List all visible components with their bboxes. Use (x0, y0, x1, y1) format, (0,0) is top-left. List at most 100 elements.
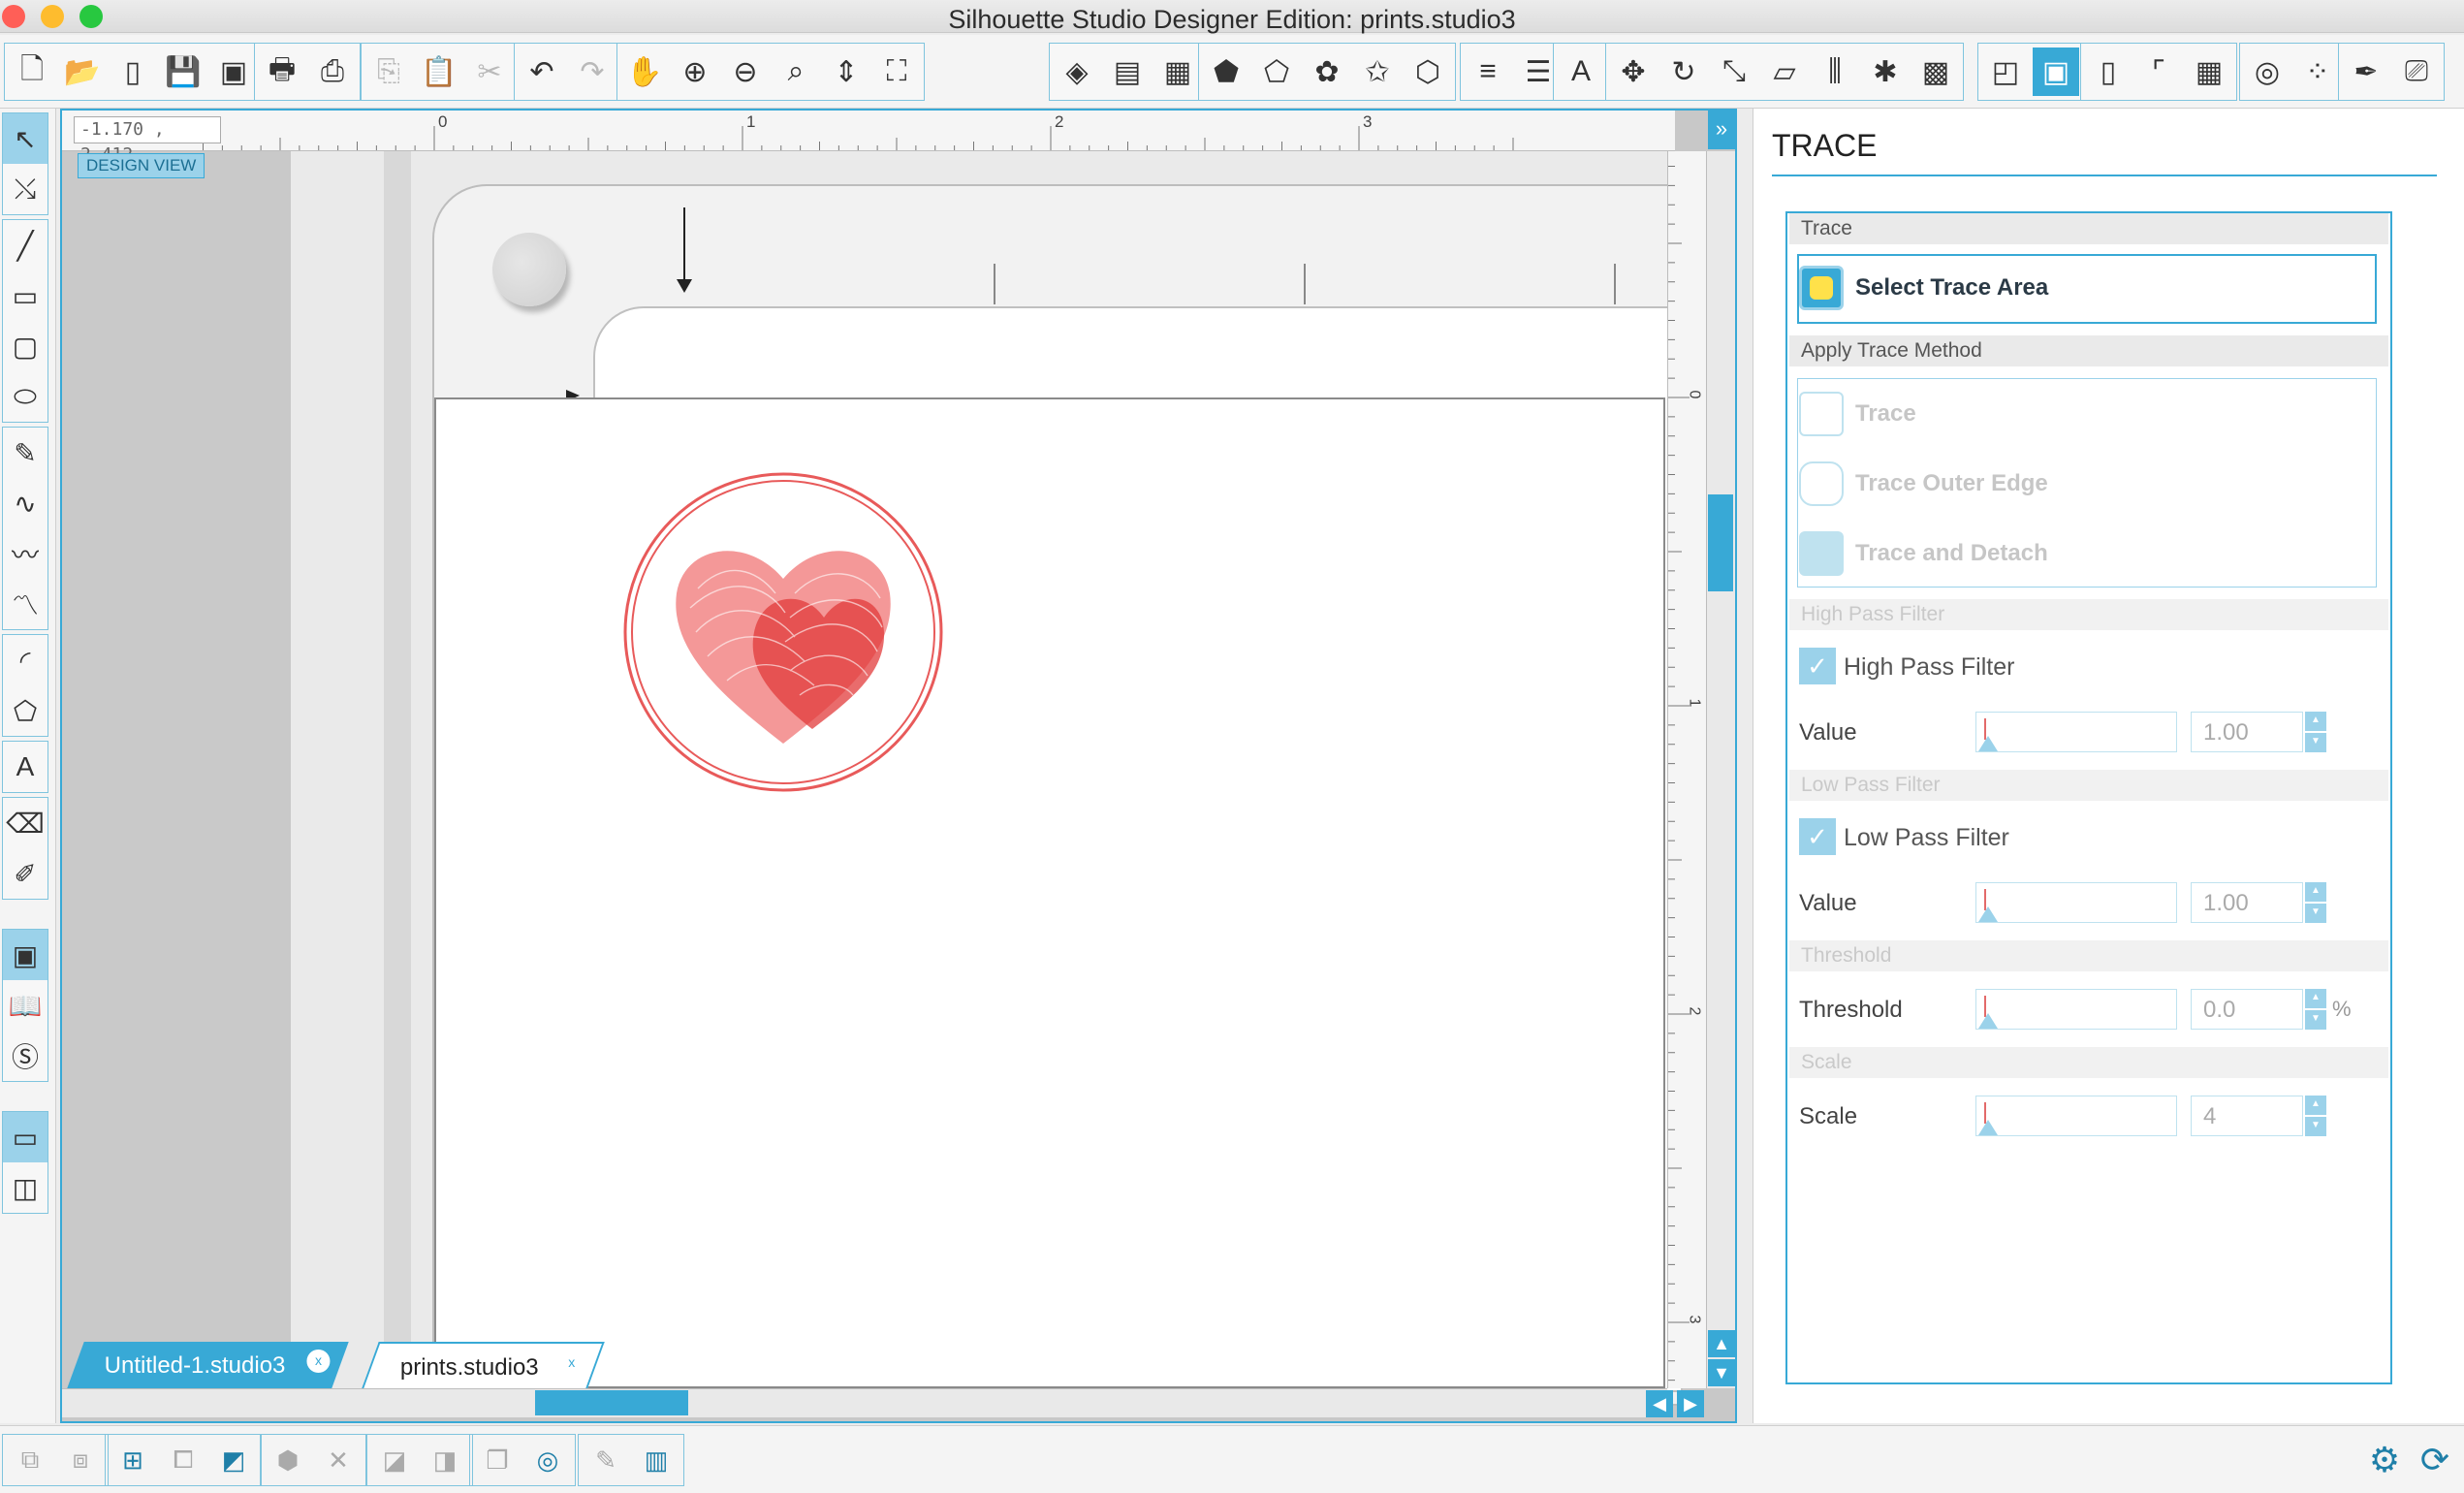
modify-icon[interactable]: ▩ (1912, 48, 1959, 96)
high-pass-stepper[interactable]: ▲ ▼ (2305, 712, 2326, 752)
send-to-back-icon[interactable]: ◨ (422, 1438, 468, 1482)
pan-hand-icon[interactable]: ✋ (621, 48, 668, 96)
scroll-right-arrow-icon[interactable]: ▶ (1677, 1390, 1704, 1417)
point-edit-icon[interactable]: ⤯ (3, 164, 47, 214)
save-icon[interactable]: 💾 (160, 48, 206, 96)
send-to-silhouette-icon[interactable]: ⎙ (309, 48, 356, 96)
scale-stepper[interactable]: ▲ ▼ (2305, 1096, 2326, 1136)
tab-close-icon[interactable]: x (306, 1350, 331, 1373)
line-tool-icon[interactable]: ╱ (3, 220, 47, 270)
fingerprint-heart-design[interactable] (436, 399, 1667, 1390)
store-icon[interactable]: ⎚ (2393, 48, 2440, 96)
scale-slider[interactable] (1975, 1096, 2177, 1136)
horizontal-scrollbar[interactable] (62, 1388, 1667, 1417)
low-pass-value-field[interactable]: 1.00 (2191, 882, 2303, 923)
polygon-pen-icon[interactable]: ✎ (3, 428, 47, 478)
scroll-down-arrow-icon[interactable]: ▼ (1708, 1359, 1735, 1386)
align-icon[interactable]: ⫼ (1812, 48, 1858, 96)
ungroup-icon[interactable]: ⧈ (57, 1438, 104, 1482)
refresh-icon[interactable]: ⟳ (2412, 1438, 2458, 1482)
drag-zoom-icon[interactable]: ⇕ (823, 48, 869, 96)
dots-icon[interactable]: ⁘ (2294, 48, 2341, 96)
group-icon[interactable]: ⧉ (7, 1438, 53, 1482)
silhouette-store-icon[interactable]: Ⓢ (3, 1031, 47, 1081)
duplicate-icon[interactable]: ❐ (474, 1438, 521, 1482)
horizontal-scroll-thumb[interactable] (535, 1390, 688, 1415)
page-setup-icon[interactable]: ▯ (2085, 48, 2132, 96)
trace-icon[interactable]: ▣ (2033, 48, 2079, 96)
rectangle-tool-icon[interactable]: ▭ (3, 270, 47, 321)
open-folder-icon[interactable]: 📂 (59, 48, 106, 96)
copy-icon[interactable]: ⎘ (365, 48, 412, 96)
knife-tool-icon[interactable]: ✐ (3, 848, 47, 899)
open-library-icon[interactable]: ▯ (110, 48, 156, 96)
fit-to-page-icon[interactable]: ⛶ (873, 48, 920, 96)
high-pass-slider[interactable] (1975, 712, 2177, 752)
star-shape-icon[interactable]: ✩ (1354, 48, 1401, 96)
weld-icon[interactable]: ⬢ (265, 1438, 311, 1482)
make-compound-icon[interactable]: ⊞ (110, 1438, 156, 1482)
ellipse-tool-icon[interactable]: ⬭ (3, 371, 47, 422)
tab-close-icon[interactable]: x (559, 1351, 584, 1375)
library-book-icon[interactable]: 📖 (3, 980, 47, 1031)
threshold-slider[interactable] (1975, 989, 2177, 1030)
regular-polygon-icon[interactable]: ⬠ (3, 685, 47, 736)
gradient-fill-icon[interactable]: ▤ (1104, 48, 1151, 96)
grid-icon[interactable]: ▦ (2186, 48, 2232, 96)
library-pen-icon[interactable]: ✒ (2343, 48, 2389, 96)
registration-marks-icon[interactable]: ⌜ (2135, 48, 2182, 96)
single-pane-icon[interactable]: ▭ (3, 1112, 47, 1162)
eraser-tool-icon[interactable]: ⌫ (3, 798, 47, 848)
trace-method-trace[interactable]: Trace (1799, 392, 1916, 436)
low-pass-stepper[interactable]: ▲ ▼ (2305, 882, 2326, 923)
text-style-icon[interactable]: A (1558, 48, 1604, 96)
pattern-fill-icon[interactable]: ▦ (1154, 48, 1201, 96)
paste-icon[interactable]: 📋 (416, 48, 462, 96)
zoom-in-icon[interactable]: ⊕ (672, 48, 718, 96)
bring-forward-icon[interactable]: ◩ (210, 1438, 257, 1482)
shear-icon[interactable]: ▱ (1761, 48, 1808, 96)
transform-icon[interactable]: ✥ (1610, 48, 1657, 96)
page-flip-icon[interactable]: ▥ (633, 1438, 679, 1482)
shape-options-icon[interactable]: ⬡ (1405, 48, 1451, 96)
print-icon[interactable]: 🖶 (259, 48, 305, 96)
offset-icon[interactable]: ◰ (1982, 48, 2029, 96)
design-page[interactable] (434, 397, 1665, 1388)
settings-gear-icon[interactable]: ⚙ (2361, 1438, 2408, 1482)
scale-value-field[interactable]: 4 (2191, 1096, 2303, 1136)
design-view-label[interactable]: DESIGN VIEW (78, 153, 205, 178)
zoom-selection-icon[interactable]: ⌕ (773, 48, 819, 96)
trace-method-detach[interactable]: Trace and Detach (1799, 531, 2048, 576)
curve-tool-icon[interactable]: ∿ (3, 478, 47, 528)
scale-icon[interactable]: ⤡ (1711, 48, 1757, 96)
rounded-rectangle-tool-icon[interactable]: ▢ (3, 321, 47, 371)
threshold-value-field[interactable]: 0.0 (2191, 989, 2303, 1030)
high-pass-value-field[interactable]: 1.00 (2191, 712, 2303, 752)
design-page-icon[interactable]: ▣ (3, 930, 47, 980)
threshold-stepper[interactable]: ▲ ▼ (2305, 989, 2326, 1030)
line-weight-icon[interactable]: ≡ (1465, 48, 1511, 96)
trace-method-outer-edge[interactable]: Trace Outer Edge (1799, 461, 2048, 506)
knife-bottom-icon[interactable]: ✎ (583, 1438, 629, 1482)
vertical-scrollbar[interactable] (1706, 151, 1735, 1388)
spiral-icon[interactable]: ◎ (2244, 48, 2290, 96)
fill-color-icon[interactable]: ◈ (1054, 48, 1100, 96)
sketch-icon[interactable]: ✿ (1304, 48, 1350, 96)
offset-rings-icon[interactable]: ◎ (524, 1438, 571, 1482)
rotate-icon[interactable]: ↻ (1660, 48, 1707, 96)
split-pane-icon[interactable]: ◫ (3, 1162, 47, 1213)
arc-tool-icon[interactable]: ◜ (3, 635, 47, 685)
smooth-freehand-icon[interactable]: 〽 (3, 579, 47, 629)
select-arrow-icon[interactable]: ↖ (3, 113, 47, 164)
line-color-icon[interactable]: ⬟ (1203, 48, 1249, 96)
low-pass-checkbox[interactable]: ✓ (1799, 818, 1836, 855)
scroll-up-arrow-icon[interactable]: ▲ (1708, 1330, 1735, 1357)
text-tool-icon[interactable]: A (3, 742, 47, 792)
redo-icon[interactable]: ↷ (569, 48, 616, 96)
freehand-tool-icon[interactable]: 〰 (3, 528, 47, 579)
high-pass-checkbox[interactable]: ✓ (1799, 648, 1836, 684)
release-compound-icon[interactable]: ⧠ (160, 1438, 206, 1482)
tab-untitled-1[interactable]: Untitled-1.studio3 x (67, 1342, 349, 1388)
scroll-left-arrow-icon[interactable]: ◀ (1646, 1390, 1673, 1417)
replicate-icon[interactable]: ✱ (1862, 48, 1909, 96)
